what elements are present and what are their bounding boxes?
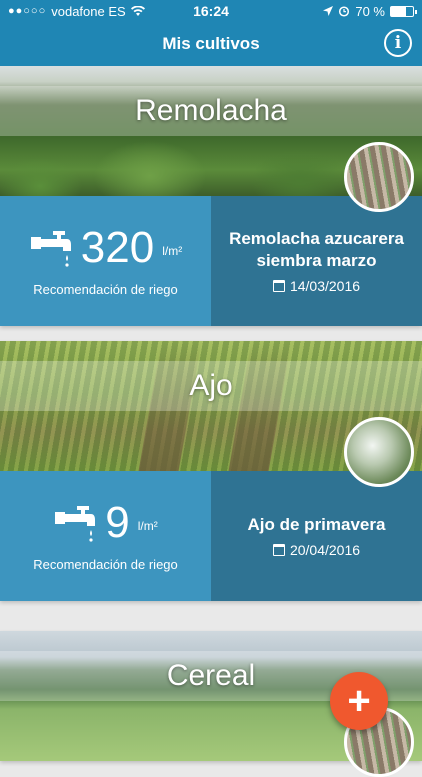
status-bar: ●●○○○ vodafone ES 16:24 70 % [0,0,422,22]
wifi-icon [130,5,145,16]
crop-info: 9 l/m² Recomendación de riego Ajo de pri… [0,471,422,601]
signal-strength-icon: ●●○○○ [8,5,47,17]
irrigation-value: 320 [80,222,155,272]
crop-card-ajo[interactable]: Ajo 9 l/m² Recomendación de riego Ajo de… [0,341,422,601]
app-header: ●●○○○ vodafone ES 16:24 70 % Mis cultivo… [0,0,422,66]
crop-description: Ajo de primavera [247,514,386,534]
carrier-name: vodafone ES [51,3,126,19]
crop-description: Remolacha azucarera siembra marzo [229,228,404,270]
crop-thumbnail[interactable] [344,142,414,212]
crop-info: 320 l/m² Recomendación de riego Remolach… [0,196,422,326]
location-icon [323,6,334,16]
crop-name-band: Ajo [0,361,422,411]
water-tap-icon [30,230,71,267]
irrigation-panel: 9 l/m² Recomendación de riego [0,471,211,601]
water-tap-icon [55,505,96,542]
info-icon: i [394,33,402,53]
irrigation-label: Recomendación de riego [33,556,178,572]
crop-name: Cereal [166,659,256,692]
plus-icon: + [347,679,371,723]
crop-name: Remolacha [135,94,287,127]
crop-details-panel: Ajo de primavera 20/04/2016 [211,471,422,601]
irrigation-panel: 320 l/m² Recomendación de riego [0,196,211,326]
battery-percentage: 70 % [355,3,385,19]
crop-details-panel: Remolacha azucarera siembra marzo 14/03/… [211,196,422,326]
sowing-date: 20/04/2016 [289,542,361,559]
crop-card-remolacha[interactable]: Remolacha 320 l/m² Recomendación de rieg… [0,66,422,326]
irrigation-value: 9 [105,497,130,547]
info-button[interactable]: i [384,29,412,57]
irrigation-unit: l/m² [162,243,183,258]
battery-icon [390,5,417,17]
sowing-date: 14/03/2016 [289,278,361,295]
crop-name-band: Remolacha [0,86,422,136]
nav-bar: Mis cultivos i [0,22,422,66]
crop-thumbnail[interactable] [344,417,414,487]
alarm-icon [339,6,350,17]
calendar-icon [272,544,285,557]
irrigation-unit: l/m² [137,518,158,533]
page-title: Mis cultivos [162,34,260,53]
crop-name: Ajo [189,369,233,402]
calendar-icon [272,280,285,293]
add-crop-button[interactable]: + [330,672,388,730]
irrigation-label: Recomendación de riego [33,281,178,297]
